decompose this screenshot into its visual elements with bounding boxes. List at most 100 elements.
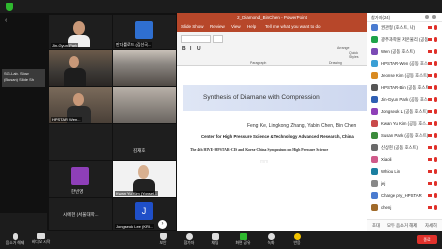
font-size-box[interactable] (213, 35, 223, 43)
participant-name: Kwan Yu Kim (공동 호스... (381, 121, 428, 126)
video-tile[interactable]: HPSTAR Wen... (49, 87, 112, 123)
participant-name: Xiaoli (381, 157, 392, 162)
start-video-button[interactable]: 비디오 시작 (28, 233, 54, 245)
close-icon[interactable] (432, 15, 436, 19)
microphone-muted-icon (434, 169, 437, 174)
unmute-button[interactable]: 음소거 해제 (2, 233, 28, 246)
microphone-muted-icon (434, 109, 437, 114)
participant-name: Kwan Yu Kim (Yonsei... (115, 191, 159, 196)
next-page-icon[interactable]: › (158, 220, 167, 229)
participant-body (64, 68, 86, 86)
participant-row[interactable]: jej (367, 179, 442, 189)
participant-row[interactable]: 광주과학원 저온물리 (공동... (367, 35, 442, 45)
participant-row[interactable]: HPSTAR-Bin (공동 호스트) (367, 83, 442, 93)
participant-name: Whiou Lin (381, 169, 401, 174)
camera-off-icon (428, 74, 432, 77)
participant-row[interactable]: Jongseok L (공동 호스트) (367, 107, 442, 117)
mini-video-tile[interactable]: SG-Lab. Slow (Busan) Slide Sh (2, 69, 45, 87)
bold-button[interactable]: B (182, 46, 186, 52)
participant-row[interactable]: HPSTAR-Wen (공동 호스트) (367, 59, 442, 69)
unmute-all-button[interactable]: 모두 음소거 해제 (387, 223, 417, 229)
participant-row[interactable]: chenj (367, 203, 442, 213)
camera-off-icon (428, 98, 432, 101)
arrange-button[interactable]: Arrange (337, 46, 349, 50)
camera-off-icon (428, 158, 432, 161)
participant-row[interactable]: Susan Park (공동 호스트) (367, 131, 442, 141)
more-button[interactable]: 자세히 (425, 223, 437, 229)
previous-page-icon[interactable]: ‹ (5, 17, 7, 24)
participants-button[interactable]: 참가자 (176, 233, 202, 246)
video-tile[interactable]: 만다를로드 (김선국... (113, 15, 176, 49)
video-tile[interactable]: Jin-Gyun Park (49, 15, 112, 49)
share-screen-icon (239, 233, 247, 240)
participant-name: Jin-Gyun Park (51, 43, 79, 48)
shared-screen-powerpoint[interactable]: 2_Diamond_BinChen - PowerPoint Slide Sho… (177, 13, 367, 231)
participant-row[interactable]: Jin-Gyun Park (공동 호스... (367, 95, 442, 105)
participant-name: 신상현 (공동 호스트) (381, 145, 418, 150)
microphone-muted-icon (434, 121, 437, 126)
camera-off-icon (428, 206, 432, 209)
underline-button[interactable]: U (197, 46, 201, 52)
share-screen-button[interactable]: 화면 공유 (230, 233, 256, 246)
camera-off-icon (428, 146, 432, 149)
camera-off-icon (428, 38, 432, 41)
video-tile[interactable]: Kwan Yu Kim (Yonsei... (113, 161, 176, 197)
shield-icon[interactable] (6, 3, 13, 11)
camera-off-icon (428, 182, 432, 185)
slide-authors: Feng Ke, Lingkong Zhang, Yabin Chen, Bin… (247, 123, 357, 129)
invite-button[interactable]: 초대 (372, 223, 380, 229)
video-tile[interactable] (49, 124, 112, 160)
font-name-box[interactable] (181, 35, 211, 43)
quick-styles-button[interactable]: Quick Styles (349, 51, 367, 59)
menu-view[interactable]: View (231, 24, 241, 29)
menu-review[interactable]: Review (210, 24, 225, 29)
video-tile[interactable] (49, 50, 112, 86)
reactions-button[interactable]: 반응 (284, 233, 310, 246)
slide-canvas: Synthesis of Diamane with Compression Fe… (177, 66, 367, 231)
participant-face (69, 56, 79, 68)
microphone-muted-icon (434, 205, 437, 210)
participant-name: 광주과학원 저온물리 (공동... (381, 37, 428, 42)
participant-name: Jin-Gyun Park (공동 호스... (381, 97, 428, 102)
camera-off-icon (428, 110, 432, 113)
participant-row[interactable]: 신상현 (공동 호스트) (367, 143, 442, 153)
menu-help[interactable]: Help (247, 24, 256, 29)
microphone-muted-icon (434, 49, 437, 54)
end-meeting-button[interactable]: 종료 (417, 235, 437, 244)
start-video-label: 비디오 시작 (31, 240, 51, 244)
video-tile[interactable]: 김재호 (113, 124, 176, 160)
participant-row[interactable]: Kwan Yu Kim (공동 호스... (367, 119, 442, 129)
participant-row[interactable]: Charge pry_HPSTAR (367, 191, 442, 201)
italic-button[interactable]: I (190, 46, 191, 52)
participant-name: Jongseok Lee (KRI... (115, 224, 155, 229)
participant-row[interactable]: Wen (공동 호스트) (367, 47, 442, 57)
avatar (371, 168, 378, 175)
participant-row[interactable]: 권관형 (호스트, 나) (367, 23, 442, 33)
participant-row[interactable]: Whiou Lin (367, 167, 442, 177)
avatar: J (135, 202, 153, 220)
camera-off-icon (428, 86, 432, 89)
participant-name: jej (381, 181, 386, 186)
menu-slide-show[interactable]: Slide Show (181, 24, 204, 29)
participant-name: 시에헌 (서울대학... (63, 212, 99, 217)
chat-button[interactable]: 채팅 (202, 233, 228, 246)
tell-me-search[interactable]: Tell me what you want to do (265, 24, 321, 29)
record-button[interactable]: 녹화 (258, 233, 284, 246)
video-tile[interactable] (113, 50, 176, 86)
participant-name: 만다를로드 (김선국... (115, 42, 153, 48)
mini-tile-name-1: SG-Lab. Slow (4, 71, 29, 76)
avatar (371, 108, 378, 115)
video-tile[interactable] (113, 87, 176, 123)
video-tile[interactable]: 시에헌 (서울대학... (49, 198, 112, 230)
record-label: 녹화 (267, 241, 275, 245)
avatar (371, 180, 378, 187)
participant-row[interactable]: Xiaoli (367, 155, 442, 165)
participant-row[interactable]: Jeonse Kim (공동 호스트) (367, 71, 442, 81)
camera-off-icon (428, 122, 432, 125)
avatar (371, 120, 378, 127)
camera-off-icon (428, 170, 432, 173)
security-button[interactable]: 보안 (150, 233, 176, 246)
reactions-label: 반응 (293, 241, 301, 245)
video-tile[interactable]: 한빈영 (49, 161, 112, 197)
minimize-icon[interactable] (425, 15, 429, 19)
